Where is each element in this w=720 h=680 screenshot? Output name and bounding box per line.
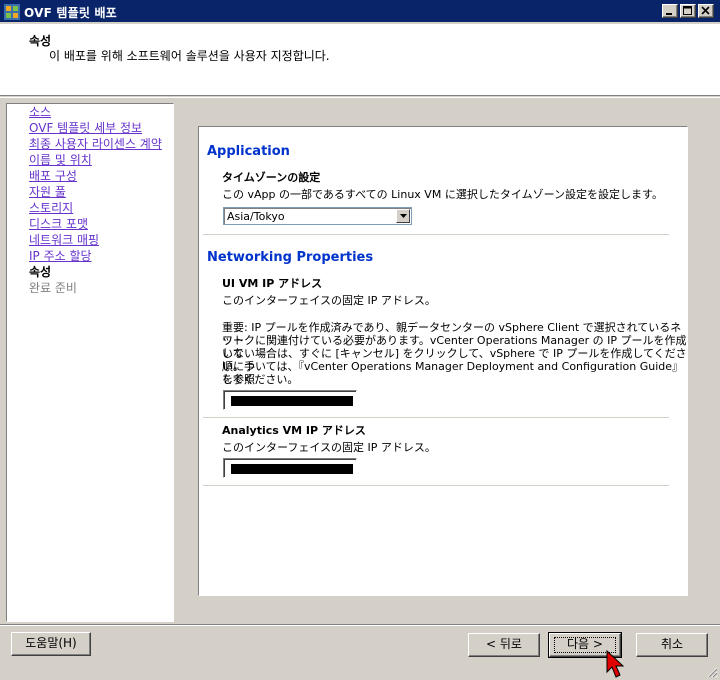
timezone-select[interactable]: Asia/Tokyo (223, 207, 412, 225)
nav-step-ip-allocation[interactable]: IP 주소 할당 (29, 249, 92, 263)
page-subtitle: 이 배포를 위해 소프트웨어 솔루션을 사용자 지정합니다. (49, 49, 330, 63)
title-bar: OVF 템플릿 배포 (0, 0, 720, 24)
ui-vm-ip-input[interactable] (223, 390, 357, 410)
close-icon (701, 6, 710, 15)
analytics-vm-ip-label: Analytics VM IP アドレス (222, 424, 366, 437)
maximize-icon (683, 6, 692, 15)
nav-step-ready: 완료 준비 (29, 281, 77, 295)
wizard-header: 속성 이 배포를 위해 소프트웨어 솔루션을 사용자 지정합니다. (0, 24, 720, 96)
header-divider (0, 97, 720, 98)
application-section-title: Application (207, 144, 290, 159)
window-title: OVF 템플릿 배포 (24, 6, 117, 20)
nav-step-eula[interactable]: 최종 사용자 라이센스 계약 (29, 137, 162, 151)
analytics-vm-ip-description: このインターフェイスの固定 IP アドレス。 (222, 441, 436, 454)
timezone-label: タイムゾーンの設定 (222, 171, 321, 184)
nav-step-source[interactable]: 소스 (29, 105, 51, 119)
nav-step-deployment-config[interactable]: 배포 구성 (29, 169, 77, 183)
timezone-description: この vApp の一部であるすべての Linux VM に選択したタイムゾーン設… (222, 188, 663, 201)
nav-step-network-mapping[interactable]: 네트워크 매핑 (29, 233, 99, 247)
nav-step-disk-format[interactable]: 디스크 포맷 (29, 217, 88, 231)
redacted-ip-value (231, 464, 353, 474)
ip-pool-note-line: してください。 (222, 373, 299, 386)
cancel-button[interactable]: 취소 (636, 633, 708, 657)
nav-step-properties: 속성 (29, 265, 52, 279)
minimize-icon (666, 13, 672, 15)
minimize-button[interactable] (662, 4, 678, 18)
close-button[interactable] (698, 4, 714, 18)
section-divider (203, 234, 669, 235)
nav-step-ovf-details[interactable]: OVF 템플릿 세부 정보 (29, 121, 142, 135)
wizard-steps-nav: 소스 OVF 템플릿 세부 정보 최종 사용자 라이센스 계약 이름 및 위치 … (6, 103, 174, 622)
nav-step-resource-pool[interactable]: 자원 풀 (29, 185, 66, 199)
section-divider (203, 485, 669, 486)
maximize-button[interactable] (680, 4, 696, 18)
ui-vm-ip-label: UI VM IP アドレス (222, 277, 323, 290)
timezone-dropdown-button[interactable] (396, 209, 410, 223)
page-title: 속성 (29, 34, 52, 48)
ui-vm-ip-description: このインターフェイスの固定 IP アドレス。 (222, 294, 436, 307)
nav-step-name-location[interactable]: 이름 및 위치 (29, 153, 92, 167)
timezone-value: Asia/Tokyo (227, 210, 285, 223)
resize-grip-icon[interactable] (706, 666, 718, 678)
nav-step-storage[interactable]: 스토리지 (29, 201, 73, 215)
redacted-ip-value (231, 396, 353, 406)
section-divider (203, 417, 669, 418)
vsphere-app-icon (4, 4, 20, 20)
chevron-down-icon (400, 214, 407, 218)
analytics-vm-ip-input[interactable] (223, 458, 357, 478)
networking-section-title: Networking Properties (207, 250, 374, 265)
help-button[interactable]: 도움말(H) (11, 632, 91, 656)
properties-panel: Application タイムゾーンの設定 この vApp の一部であるすべての… (198, 126, 688, 596)
mouse-cursor-icon (606, 650, 625, 678)
back-button[interactable]: < 뒤로 (468, 633, 540, 657)
footer-divider-highlight (0, 625, 720, 626)
